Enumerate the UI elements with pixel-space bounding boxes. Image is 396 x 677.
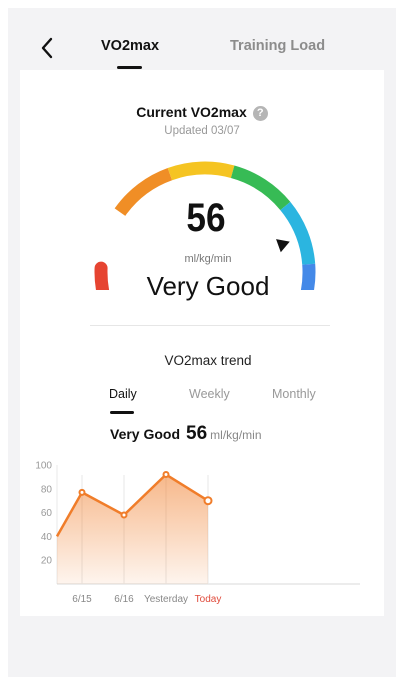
vo2max-card: Current VO2max? Updated 03/07 56 ml/kg/m… bbox=[20, 70, 384, 616]
tab-vo2max[interactable]: VO2max bbox=[101, 38, 159, 54]
vo2max-value: 56 bbox=[186, 196, 226, 240]
summary-value: 56 bbox=[186, 423, 208, 444]
period-tab-weekly[interactable]: Weekly bbox=[189, 387, 230, 401]
x-tick-label: Today bbox=[195, 594, 222, 605]
trend-point[interactable] bbox=[78, 488, 86, 496]
trend-point[interactable] bbox=[162, 471, 170, 479]
tab-active-indicator bbox=[117, 66, 142, 69]
back-button[interactable] bbox=[36, 34, 60, 62]
vo2max-trend-chart: 20 40 60 80 100 6/15 6/16 Yesterday Today bbox=[35, 461, 360, 605]
tab-training-load[interactable]: Training Load bbox=[230, 38, 325, 54]
y-tick-label: 80 bbox=[41, 484, 53, 495]
updated-date: 03/07 bbox=[210, 125, 240, 137]
gauge-marker bbox=[276, 239, 290, 253]
divider bbox=[90, 325, 330, 326]
gauge-segment bbox=[167, 161, 235, 181]
y-tick-label: 40 bbox=[41, 532, 53, 543]
trend-summary: Very Good 56 ml/kg/min bbox=[110, 423, 262, 445]
period-tab-daily[interactable]: Daily bbox=[109, 387, 137, 401]
vo2max-unit: ml/kg/min bbox=[184, 253, 232, 265]
chevron-left-icon bbox=[41, 37, 53, 59]
help-icon[interactable]: ? bbox=[252, 106, 268, 121]
summary-level: Very Good bbox=[110, 426, 181, 442]
x-tick-label: 6/16 bbox=[114, 594, 134, 605]
vo2max-level: Very Good bbox=[146, 271, 270, 301]
period-tab-monthly[interactable]: Monthly bbox=[272, 387, 316, 401]
y-tick-label: 100 bbox=[35, 461, 52, 472]
summary-unit: ml/kg/min bbox=[210, 428, 262, 442]
updated-info: Updated 03/07 bbox=[20, 125, 384, 137]
trend-point[interactable] bbox=[120, 511, 128, 519]
y-tick-label: 60 bbox=[41, 508, 53, 519]
x-tick-label: Yesterday bbox=[144, 594, 188, 605]
period-active-indicator bbox=[110, 411, 134, 414]
screen: VO2max Training Load Current VO2max? Upd… bbox=[8, 8, 396, 677]
current-vo2max-label: Current VO2max bbox=[136, 104, 247, 120]
trend-point[interactable] bbox=[203, 496, 213, 506]
x-tick-label: 6/15 bbox=[72, 594, 92, 605]
updated-label: Updated bbox=[164, 125, 208, 137]
y-tick-label: 20 bbox=[41, 556, 53, 567]
header: VO2max Training Load bbox=[8, 8, 396, 70]
trend-title: VO2max trend bbox=[164, 353, 252, 368]
current-vo2max-title: Current VO2max? bbox=[20, 104, 384, 121]
